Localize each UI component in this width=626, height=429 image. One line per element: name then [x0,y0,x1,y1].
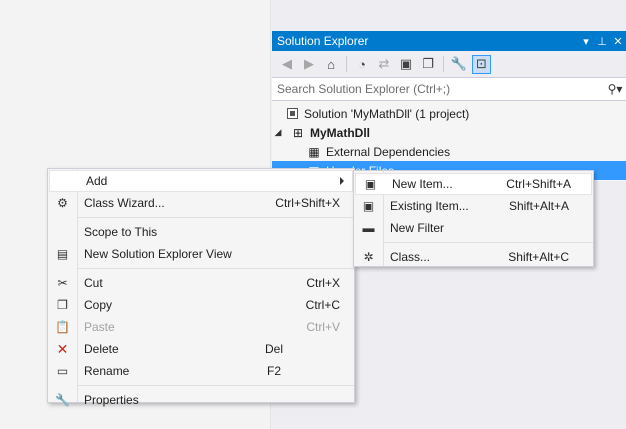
new-item-icon: ▣ [364,177,377,191]
new-filter-icon: ▬ [362,221,375,235]
search-input[interactable]: Search Solution Explorer (Ctrl+;) [277,82,604,96]
menu-item-new-solution-explorer-view[interactable]: ▤ New Solution Explorer View [48,243,354,265]
folder-filter-icon: ▦ [308,144,320,159]
menu-item-rename[interactable]: ▭ Rename F2 [48,360,354,382]
project-icon: ⊞ [292,125,304,140]
tree-node-label: External Dependencies [326,144,451,159]
menu-item-class[interactable]: ✲ Class... Shift+Alt+C [354,246,593,268]
forward-icon[interactable]: ▶ [300,55,318,73]
solution-icon [284,107,300,121]
menu-item-shortcut: F2 [266,364,281,378]
new-view-icon: ▤ [56,247,69,261]
menu-item-new-item[interactable]: ▣ New Item... Ctrl+Shift+A [355,173,592,195]
solution-explorer-titlebar: Solution Explorer ▾ ⊥ ✕ [272,31,626,51]
menu-item-label: New Item... [392,177,453,191]
menu-item-label: Paste [84,320,115,334]
close-icon[interactable]: ✕ [610,35,626,48]
menu-item-copy[interactable]: ❐ Copy Ctrl+C [48,294,354,316]
solution-explorer-title: Solution Explorer [277,34,369,48]
menu-item-label: Class... [390,250,431,264]
tree-expander[interactable]: ◢ [272,127,284,138]
add-class-icon: ✲ [363,250,374,264]
tree-node-label: Solution 'MyMathDll' (1 project) [304,106,470,121]
menu-separator [77,217,354,218]
menu-item-scope-to-this[interactable]: Scope to This [48,221,354,243]
menu-item-existing-item[interactable]: ▣ Existing Item... Shift+Alt+A [354,195,593,217]
menu-item-label: Cut [84,276,103,290]
collapse-all-icon[interactable]: ▣ [397,55,415,73]
toolbar-separator [346,56,347,72]
menu-separator [383,242,593,243]
menu-item-shortcut: Ctrl+X [306,276,340,290]
menu-item-label: New Solution Explorer View [84,247,232,261]
home-icon[interactable]: ⌂ [322,55,340,73]
rename-icon: ▭ [56,364,69,378]
menu-item-label: New Filter [390,221,445,235]
menu-item-cut[interactable]: ✂ Cut Ctrl+X [48,272,354,294]
delete-x-icon: ✕ [56,340,69,357]
show-all-files-icon[interactable]: ❐ [419,55,437,73]
menu-item-label: Copy [84,298,113,312]
history-icon[interactable]: ◔ [353,55,371,73]
menu-item-shortcut: Shift+Alt+A [508,199,569,213]
menu-item-shortcut: Shift+Alt+C [508,250,569,264]
search-icon[interactable]: ⚲▾ [604,82,626,96]
menu-item-class-wizard[interactable]: ⚙ Class Wizard... Ctrl+Shift+X [48,192,354,214]
menu-item-new-filter[interactable]: ▬ New Filter [354,217,593,239]
submenu-arrow-icon [340,177,344,185]
scissors-icon: ✂ [57,276,68,290]
menu-item-shortcut: Ctrl+C [305,298,340,312]
solution-explorer-toolbar: ◀ ▶ ⌂ ◔ ⇄ ▣ ❐ 🔧 ⊡ [272,51,626,78]
solution-explorer-search[interactable]: Search Solution Explorer (Ctrl+;) ⚲▾ [272,78,626,101]
class-wizard-icon: ⚙ [57,196,68,210]
properties-wrench-icon[interactable]: 🔧 [450,55,468,73]
tree-node-project[interactable]: ◢ ⊞ MyMathDll [272,123,626,142]
menu-item-add[interactable]: Add [49,170,353,192]
solution-explorer-panel: Solution Explorer ▾ ⊥ ✕ ◀ ▶ ⌂ ◔ ⇄ ▣ ❐ 🔧 … [272,31,626,181]
tree-node-external-dependencies[interactable]: ▦ External Dependencies [272,142,626,161]
toolbar-separator [443,56,444,72]
menu-item-label: Class Wizard... [84,196,165,210]
menu-item-label: Existing Item... [390,199,469,213]
menu-item-delete[interactable]: ✕ Delete Del [48,338,354,360]
existing-item-icon: ▣ [362,199,375,213]
sync-icon[interactable]: ⇄ [375,55,393,73]
menu-item-properties[interactable]: 🔧 Properties [48,389,354,411]
menu-item-label: Scope to This [84,225,158,239]
menu-item-shortcut: Ctrl+Shift+X [275,196,340,210]
menu-item-shortcut: Ctrl+Shift+A [506,177,571,191]
add-submenu: ▣ New Item... Ctrl+Shift+A ▣ Existing It… [353,170,594,267]
menu-separator [77,268,354,269]
menu-separator [77,385,354,386]
menu-item-label: Rename [84,364,130,378]
copy-icon: ❐ [57,298,68,312]
menu-item-label: Add [86,174,108,188]
back-icon[interactable]: ◀ [278,55,296,73]
window-position-dropdown-icon[interactable]: ▾ [578,35,594,48]
context-menu: Add ⚙ Class Wizard... Ctrl+Shift+X Scope… [47,168,355,407]
menu-item-label: Delete [84,342,119,356]
menu-item-paste: 📋 Paste Ctrl+V [48,316,354,338]
auto-hide-pin-icon[interactable]: ⊥ [594,35,610,48]
clipboard-icon: 📋 [55,320,70,334]
menu-item-shortcut: Del [264,342,283,356]
tree-node-solution[interactable]: Solution 'MyMathDll' (1 project) [272,104,626,123]
tree-node-label: MyMathDll [310,125,370,140]
wrench-icon: 🔧 [55,393,70,407]
preview-selected-icon[interactable]: ⊡ [472,54,491,74]
menu-item-shortcut: Ctrl+V [306,320,340,334]
menu-item-label: Properties [84,393,139,407]
